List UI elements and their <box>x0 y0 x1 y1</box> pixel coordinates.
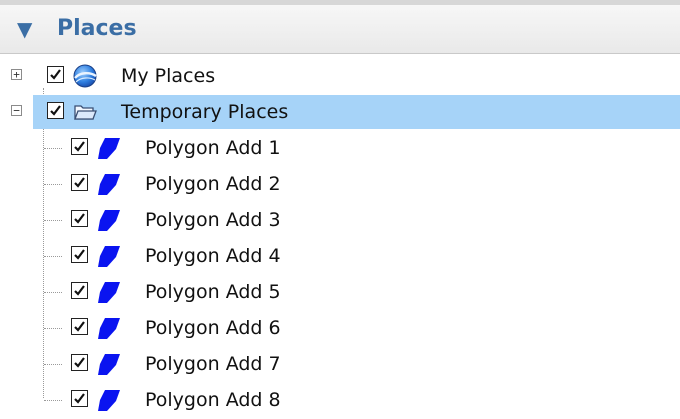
tree-item-label: Polygon Add 1 <box>145 137 281 159</box>
checkbox-polygon[interactable] <box>71 210 88 227</box>
checkbox-temporary-places[interactable] <box>47 102 64 119</box>
polygon-icon <box>98 282 120 303</box>
collapse-arrow-icon[interactable]: ▼ <box>17 16 32 42</box>
tree-item-label: Polygon Add 8 <box>145 389 281 411</box>
tree-item-label: Polygon Add 7 <box>145 353 281 375</box>
polygon-icon <box>98 354 120 375</box>
polygon-icon <box>98 174 120 195</box>
tree-item-label: Temporary Places <box>121 101 289 123</box>
polygon-icon <box>98 210 120 231</box>
tree-connector-line <box>44 148 62 149</box>
checkbox-my-places[interactable] <box>47 66 64 83</box>
checkbox-polygon[interactable] <box>71 390 88 407</box>
checkbox-polygon[interactable] <box>71 138 88 155</box>
tree-item-polygon[interactable]: Polygon Add 7 <box>0 347 680 381</box>
tree-item-polygon[interactable]: Polygon Add 2 <box>0 167 680 201</box>
tree-connector-line <box>44 256 62 257</box>
polygon-icon <box>98 318 120 339</box>
globe-icon <box>73 64 97 88</box>
polygon-icon <box>98 246 120 267</box>
tree-item-label: Polygon Add 4 <box>145 245 281 267</box>
expand-icon[interactable]: + <box>11 69 22 80</box>
checkbox-polygon[interactable] <box>71 354 88 371</box>
checkbox-polygon[interactable] <box>71 246 88 263</box>
tree-item-label: My Places <box>121 65 216 87</box>
tree-item-polygon[interactable]: Polygon Add 3 <box>0 203 680 237</box>
places-tree: + My Places − Temporary Places Polygon A… <box>0 54 680 419</box>
folder-icon <box>74 105 97 120</box>
tree-item-label: Polygon Add 3 <box>145 209 281 231</box>
tree-item-my-places[interactable]: + My Places <box>0 59 680 93</box>
polygon-icon <box>98 138 120 159</box>
tree-item-label: Polygon Add 2 <box>145 173 281 195</box>
tree-item-polygon[interactable]: Polygon Add 5 <box>0 275 680 309</box>
checkbox-polygon[interactable] <box>71 318 88 335</box>
tree-item-label: Polygon Add 5 <box>145 281 281 303</box>
tree-item-polygon[interactable]: Polygon Add 1 <box>0 131 680 165</box>
tree-item-polygon[interactable]: Polygon Add 4 <box>0 239 680 273</box>
tree-connector-line <box>44 400 62 401</box>
polygon-icon <box>98 390 120 411</box>
collapse-icon[interactable]: − <box>11 105 22 116</box>
tree-item-temporary-places[interactable]: − Temporary Places <box>0 95 680 129</box>
places-panel-header[interactable]: ▼ Places <box>0 0 680 54</box>
tree-item-label: Polygon Add 6 <box>145 317 281 339</box>
checkbox-polygon[interactable] <box>71 282 88 299</box>
tree-item-polygon[interactable]: Polygon Add 8 <box>0 383 680 417</box>
tree-connector-line <box>44 184 62 185</box>
tree-connector-line <box>44 328 62 329</box>
checkbox-polygon[interactable] <box>71 174 88 191</box>
tree-item-polygon[interactable]: Polygon Add 6 <box>0 311 680 345</box>
tree-connector-line <box>44 220 62 221</box>
tree-connector-line <box>44 292 62 293</box>
tree-connector-line <box>44 364 62 365</box>
panel-title: Places <box>57 16 137 41</box>
